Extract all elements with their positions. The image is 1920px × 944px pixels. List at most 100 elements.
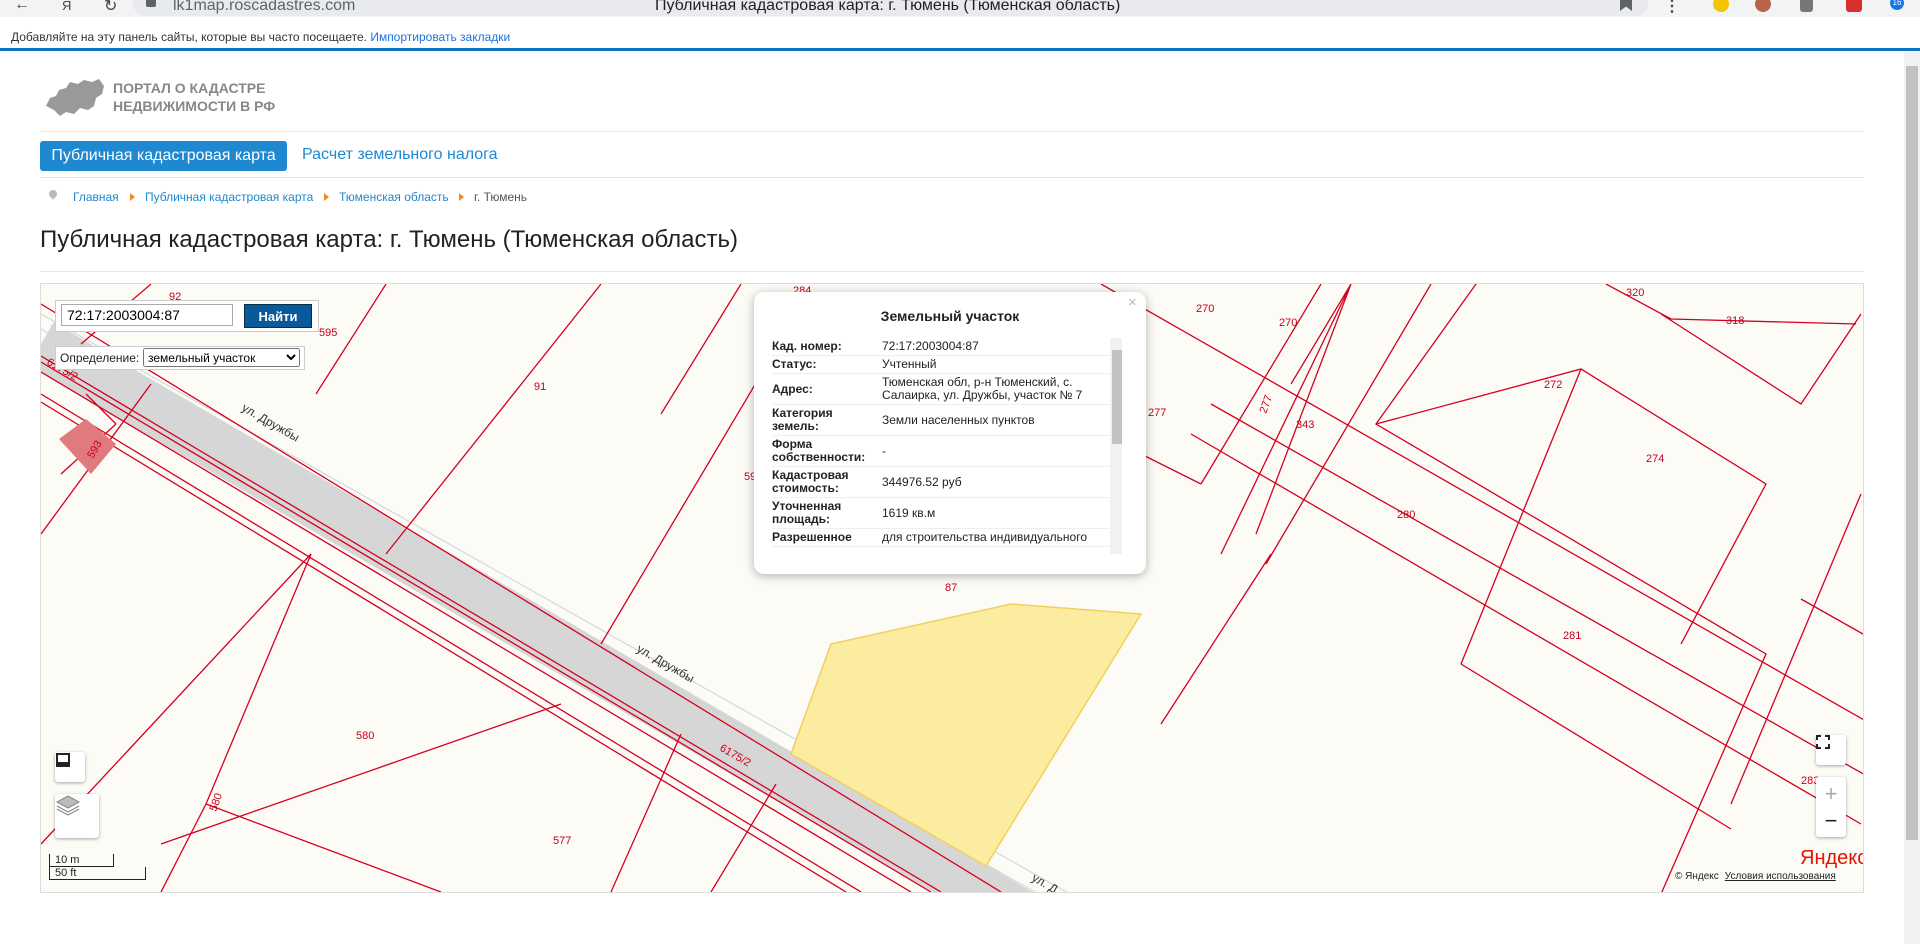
yandex-logo[interactable]: Яндекс xyxy=(1800,847,1863,870)
lock-icon[interactable] xyxy=(146,0,156,7)
divider xyxy=(40,271,1864,272)
table-row: Категория земель: Земли населенных пункто… xyxy=(772,405,1120,436)
scale-bar: 10 m 50 ft xyxy=(49,854,146,880)
row-label: Кад. номер: xyxy=(772,339,842,353)
parcel-label: 580 xyxy=(356,730,374,742)
back-icon[interactable]: ← xyxy=(14,0,30,14)
popup-title: Земельный участок xyxy=(880,308,1020,324)
parcel-label: 274 xyxy=(1646,453,1664,465)
site-logo-text[interactable]: ПОРТАЛ О КАДАСТРЕ НЕДВИЖИМОСТИ В РФ xyxy=(113,79,275,115)
definition-label: Определение: xyxy=(60,351,140,365)
fullscreen-icon xyxy=(1816,735,1830,749)
close-icon[interactable]: × xyxy=(1128,294,1137,311)
page-scrollbar-thumb[interactable] xyxy=(1906,66,1918,840)
definition-panel: Определение: земельный участок xyxy=(55,346,305,370)
breadcrumb-current: г. Тюмень xyxy=(474,190,528,204)
fullscreen-button[interactable] xyxy=(1816,735,1846,765)
breadcrumb-map[interactable]: Публичная кадастровая карта xyxy=(145,190,313,204)
breadcrumb-arrow-icon xyxy=(130,193,135,201)
parcel-label: 577 xyxy=(553,835,571,847)
parcel-label: 595 xyxy=(319,327,337,339)
table-row: Форма собственности: - xyxy=(772,436,1120,467)
scale-feet: 50 ft xyxy=(49,867,146,880)
parcel-label: 320 xyxy=(1626,287,1644,299)
breadcrumb-home[interactable]: Главная xyxy=(73,190,119,204)
table-row: Адрес: Тюменская обл, р-н Тюменский, с. С… xyxy=(772,374,1120,405)
cadastral-search-input[interactable] xyxy=(61,304,233,326)
parcel-label: 87 xyxy=(945,582,957,594)
menu-dots-icon[interactable]: ⋮ xyxy=(1664,0,1680,16)
parcel-label: 270 xyxy=(1196,303,1214,315)
location-pin-icon xyxy=(47,188,59,200)
parcel-label: 343 xyxy=(1296,419,1314,431)
table-row: Статус: Учтенный xyxy=(772,356,1120,374)
table-row: Разрешенное для строительства индивидуаль… xyxy=(772,529,1120,547)
parcel-label: 270 xyxy=(1279,317,1297,329)
row-value: 1619 кв.м xyxy=(882,505,936,520)
bookmarks-hint: Добавляйте на эту панель сайты, которые … xyxy=(11,30,510,44)
row-value: Учтенный xyxy=(882,357,937,371)
row-value: 344976.52 руб xyxy=(882,474,962,489)
parcel-label: 280 xyxy=(1397,509,1415,521)
divider xyxy=(40,177,1864,178)
table-row: Кадастровая стоимость: 344976.52 руб xyxy=(772,467,1120,498)
layers-button[interactable] xyxy=(55,794,99,838)
row-label: Разрешенное xyxy=(772,530,852,544)
table-row: Кад. номер: 72:17:2003004:87 xyxy=(772,338,1120,356)
breadcrumb-arrow-icon xyxy=(324,193,329,201)
zoom-out-icon[interactable]: − xyxy=(1825,808,1838,834)
ruler-button[interactable] xyxy=(55,752,85,782)
parcel-label: 318 xyxy=(1726,315,1744,327)
row-value: для строительства индивидуального xyxy=(882,530,1088,544)
row-label: Адрес: xyxy=(772,381,813,396)
reload-icon[interactable]: ↻ xyxy=(104,0,117,16)
import-bookmarks-link[interactable]: Импортировать закладки xyxy=(370,30,510,44)
map-copyright: © Яндекс Условия использования xyxy=(1675,871,1836,882)
row-value: Тюменская обл, р-н Тюменский, с. Салаирк… xyxy=(882,375,1083,402)
row-label: Категория земель: xyxy=(772,406,833,433)
parcel-label: 281 xyxy=(1563,630,1581,642)
extension-icon-3[interactable] xyxy=(1800,0,1813,12)
parcel-info-table: Кад. номер: 72:17:2003004:87 Статус: Учтен… xyxy=(772,338,1120,560)
breadcrumb-region[interactable]: Тюменская область xyxy=(339,190,449,204)
row-label: Кадастровая стоимость: xyxy=(772,468,849,495)
russia-map-logo-icon[interactable] xyxy=(44,76,106,119)
row-label: Статус: xyxy=(772,357,817,371)
definition-select[interactable]: земельный участок xyxy=(143,348,300,367)
zoom-in-icon[interactable]: + xyxy=(1825,780,1838,808)
terms-link[interactable]: Условия использования xyxy=(1725,871,1836,882)
popup-scrollbar-thumb[interactable] xyxy=(1112,350,1122,444)
row-label: Форма собственности: xyxy=(772,437,866,464)
row-value: Земли населенных пунктов xyxy=(882,412,1035,427)
bookmarks-text: Добавляйте на эту панель сайты, которые … xyxy=(11,30,367,44)
row-value: - xyxy=(882,443,886,458)
parcel-label: 277 xyxy=(1148,407,1166,419)
table-row: Уточненная площадь: 1619 кв.м xyxy=(772,498,1120,529)
breadcrumb-arrow-icon xyxy=(459,193,464,201)
parcel-label: 277 xyxy=(1258,394,1276,415)
parcel-label: 91 xyxy=(534,381,546,393)
copyright-text: © Яндекс xyxy=(1675,871,1719,882)
yandex-icon[interactable]: Я xyxy=(62,0,71,13)
street-label: ул. Д xyxy=(1030,870,1061,892)
page-title: Публичная кадастровая карта: г. Тюмень (… xyxy=(40,226,738,253)
parcel-info-popup: Земельный участок × Кад. номер: 72:17:200… xyxy=(754,292,1146,574)
find-button[interactable]: Найти xyxy=(244,304,312,328)
ruler-icon xyxy=(56,753,70,767)
parcel-label: 272 xyxy=(1544,379,1562,391)
logo-line-2: НЕДВИЖИМОСТИ В РФ xyxy=(113,98,276,114)
tab-cadastral-map[interactable]: Публичная кадастровая карта xyxy=(40,141,287,171)
layers-icon xyxy=(55,795,81,816)
logo-line-1: ПОРТАЛ О КАДАСТРЕ xyxy=(113,80,266,96)
divider xyxy=(40,131,1864,132)
tab-title: Публичная кадастровая карта: г. Тюмень (… xyxy=(655,0,1121,14)
extension-icon-4[interactable] xyxy=(1846,0,1862,12)
url-text[interactable]: lk1map.roscadastres.com xyxy=(173,0,355,15)
search-panel: Найти xyxy=(55,300,319,332)
row-label: Уточненная площадь: xyxy=(772,499,842,526)
zoom-control: + − xyxy=(1816,777,1846,837)
tab-land-tax[interactable]: Расчет земельного налога xyxy=(302,146,498,164)
scale-meters: 10 m xyxy=(49,854,114,867)
row-value: 72:17:2003004:87 xyxy=(882,339,979,353)
building-marker[interactable] xyxy=(59,419,116,474)
